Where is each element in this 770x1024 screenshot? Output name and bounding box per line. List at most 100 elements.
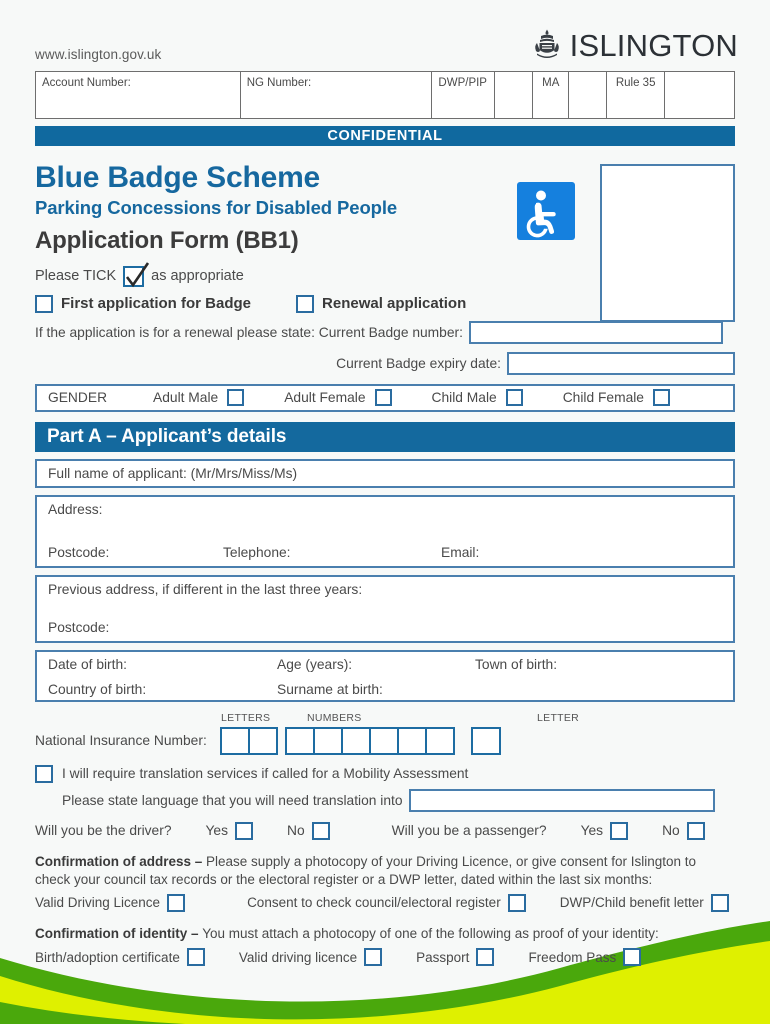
postcode-label: Postcode:	[48, 544, 110, 560]
driver-no-label: No	[287, 823, 305, 838]
passenger-yes-checkbox[interactable]	[610, 821, 629, 840]
coat-of-arms-icon	[534, 29, 559, 58]
passenger-no-label: No	[662, 823, 680, 838]
gender-child-female-checkbox[interactable]	[652, 389, 670, 406]
ni-letter-caption: LETTER	[537, 711, 580, 724]
confirmation-of-identity-block: Confirmation of identity – You must atta…	[35, 925, 735, 943]
rule-35-cell[interactable]: Rule 35	[607, 72, 666, 118]
first-application-checkbox[interactable]	[35, 294, 53, 313]
passenger-no-checkbox[interactable]	[686, 821, 705, 840]
gender-child-male-checkbox[interactable]	[505, 389, 523, 406]
freedom-pass-label: Freedom Pass	[528, 949, 617, 965]
email-label: Email:	[441, 544, 480, 560]
confidential-banner: CONFIDENTIAL	[35, 126, 735, 146]
current-badge-number-input[interactable]	[468, 320, 723, 344]
surname-at-birth-label: Surname at birth:	[277, 681, 383, 697]
ni-number-cell-3[interactable]	[341, 726, 371, 755]
form-page: www.islington.gov.uk ISLINGTON Account N…	[0, 0, 770, 1024]
ni-number-cell-1[interactable]	[285, 726, 315, 755]
age-label: Age (years):	[277, 656, 353, 672]
birth-details-field[interactable]: Date of birth: Age (years): Town of birt…	[35, 649, 735, 702]
address-field[interactable]: Address: Postcode: Telephone: Email:	[35, 494, 735, 568]
dwp-pip-value-cell[interactable]	[495, 72, 534, 118]
confirmation-of-identity-options: Birth/adoption certificate Valid driving…	[35, 948, 735, 967]
consent-council-electoral-checkbox[interactable]	[507, 893, 526, 912]
ni-numbers-caption: NUMBERS	[307, 711, 362, 724]
driver-question-label: Will you be the driver?	[35, 823, 172, 838]
town-of-birth-label: Town of birth:	[475, 656, 558, 672]
driver-yes-checkbox[interactable]	[235, 821, 254, 840]
ni-cell-group	[220, 726, 501, 755]
ni-numbers-group	[285, 726, 455, 755]
title-block: Blue Badge Scheme Parking Concessions fo…	[35, 162, 735, 322]
identity-driving-licence-label: Valid driving licence	[238, 949, 358, 965]
gender-row: GENDER Adult Male Adult Female Child Mal…	[35, 383, 735, 412]
translation-language-row: Please state language that you will need…	[35, 788, 735, 812]
ni-letter-cell-1[interactable]	[220, 726, 250, 755]
confirmation-of-address-heading: Confirmation of address –	[35, 853, 207, 869]
valid-driving-licence-checkbox[interactable]	[167, 893, 186, 912]
confirmation-of-identity-body: You must attach a photocopy of one of th…	[202, 925, 659, 941]
previous-address-label: Previous address, if different in the la…	[48, 581, 363, 597]
national-insurance-row: LETTERS NUMBERS LETTER National Insuranc…	[35, 712, 735, 756]
passport-label: Passport	[416, 949, 470, 965]
gender-adult-female-checkbox[interactable]	[374, 389, 392, 406]
brand-name: ISLINGTON	[569, 27, 738, 63]
passport-checkbox[interactable]	[476, 948, 495, 967]
ni-number-cell-6[interactable]	[425, 726, 455, 755]
passenger-yes-label: Yes	[580, 823, 604, 838]
confirmation-of-address-block: Confirmation of address – Please supply …	[35, 853, 735, 889]
telephone-label: Telephone:	[223, 544, 291, 560]
consent-council-electoral-label: Consent to check council/electoral regis…	[247, 895, 501, 911]
tick-instruction-prefix: Please TICK	[35, 268, 117, 284]
gender-adult-male-checkbox[interactable]	[227, 389, 245, 406]
wheelchair-accessible-icon	[517, 182, 575, 240]
dwp-child-benefit-letter-checkbox[interactable]	[710, 893, 729, 912]
ni-letters-caption: LETTERS	[221, 711, 271, 724]
renewal-application-label: Renewal application	[322, 295, 467, 312]
full-name-label: Full name of applicant: (Mr/Mrs/Miss/Ms)	[48, 465, 298, 481]
ni-number-cell-5[interactable]	[397, 726, 427, 755]
gender-option-child-male-label: Child Male	[431, 390, 497, 405]
freedom-pass-checkbox[interactable]	[623, 948, 642, 967]
translation-services-row: I will require translation services if c…	[35, 764, 735, 783]
ni-letters-group	[220, 726, 278, 755]
driver-no-checkbox[interactable]	[311, 821, 330, 840]
account-number-cell[interactable]: Account Number:	[36, 72, 241, 118]
identity-driving-licence-checkbox[interactable]	[364, 948, 383, 967]
ni-number-cell-2[interactable]	[313, 726, 343, 755]
tick-instruction-suffix: as appropriate	[151, 268, 244, 284]
current-badge-expiry-input[interactable]	[507, 351, 735, 375]
full-name-field[interactable]: Full name of applicant: (Mr/Mrs/Miss/Ms)	[35, 458, 735, 488]
first-application-label: First application for Badge	[61, 295, 252, 312]
national-insurance-label: National Insurance Number:	[35, 732, 207, 748]
translation-language-input[interactable]	[408, 788, 715, 812]
site-url[interactable]: www.islington.gov.uk	[35, 47, 161, 62]
ng-number-cell[interactable]: NG Number:	[241, 72, 433, 118]
date-of-birth-label: Date of birth:	[48, 656, 127, 672]
photograph-box[interactable]	[600, 164, 735, 322]
ma-value-cell[interactable]	[569, 72, 608, 118]
current-badge-number-row: If the application is for a renewal plea…	[35, 320, 735, 344]
gender-option-child-female-label: Child Female	[562, 390, 644, 405]
renewal-application-checkbox[interactable]	[296, 294, 315, 313]
ni-number-cell-4[interactable]	[369, 726, 399, 755]
previous-address-field[interactable]: Previous address, if different in the la…	[35, 574, 735, 643]
tick-example-checkbox	[123, 261, 150, 287]
current-badge-expiry-label: Current Badge expiry date:	[336, 355, 501, 371]
ni-final-letter-cell[interactable]	[471, 726, 501, 755]
ni-final-letter-group	[471, 726, 501, 755]
current-badge-expiry-row: Current Badge expiry date:	[35, 351, 735, 375]
translation-services-checkbox[interactable]	[35, 764, 53, 783]
rule-35-value-cell[interactable]	[665, 72, 736, 118]
part-a-banner: Part A – Applicant’s details	[35, 421, 735, 452]
confirmation-of-identity-heading: Confirmation of identity –	[35, 925, 203, 941]
ma-cell[interactable]: MA	[533, 72, 570, 118]
gender-label: GENDER	[48, 390, 108, 405]
translation-services-label: I will require translation services if c…	[62, 766, 469, 781]
current-badge-number-label: If the application is for a renewal plea…	[35, 324, 463, 340]
ni-letter-cell-2[interactable]	[248, 726, 278, 755]
dwp-pip-cell[interactable]: DWP/PIP	[432, 72, 496, 118]
previous-postcode-label: Postcode:	[48, 619, 110, 635]
birth-adoption-certificate-checkbox[interactable]	[186, 948, 205, 967]
